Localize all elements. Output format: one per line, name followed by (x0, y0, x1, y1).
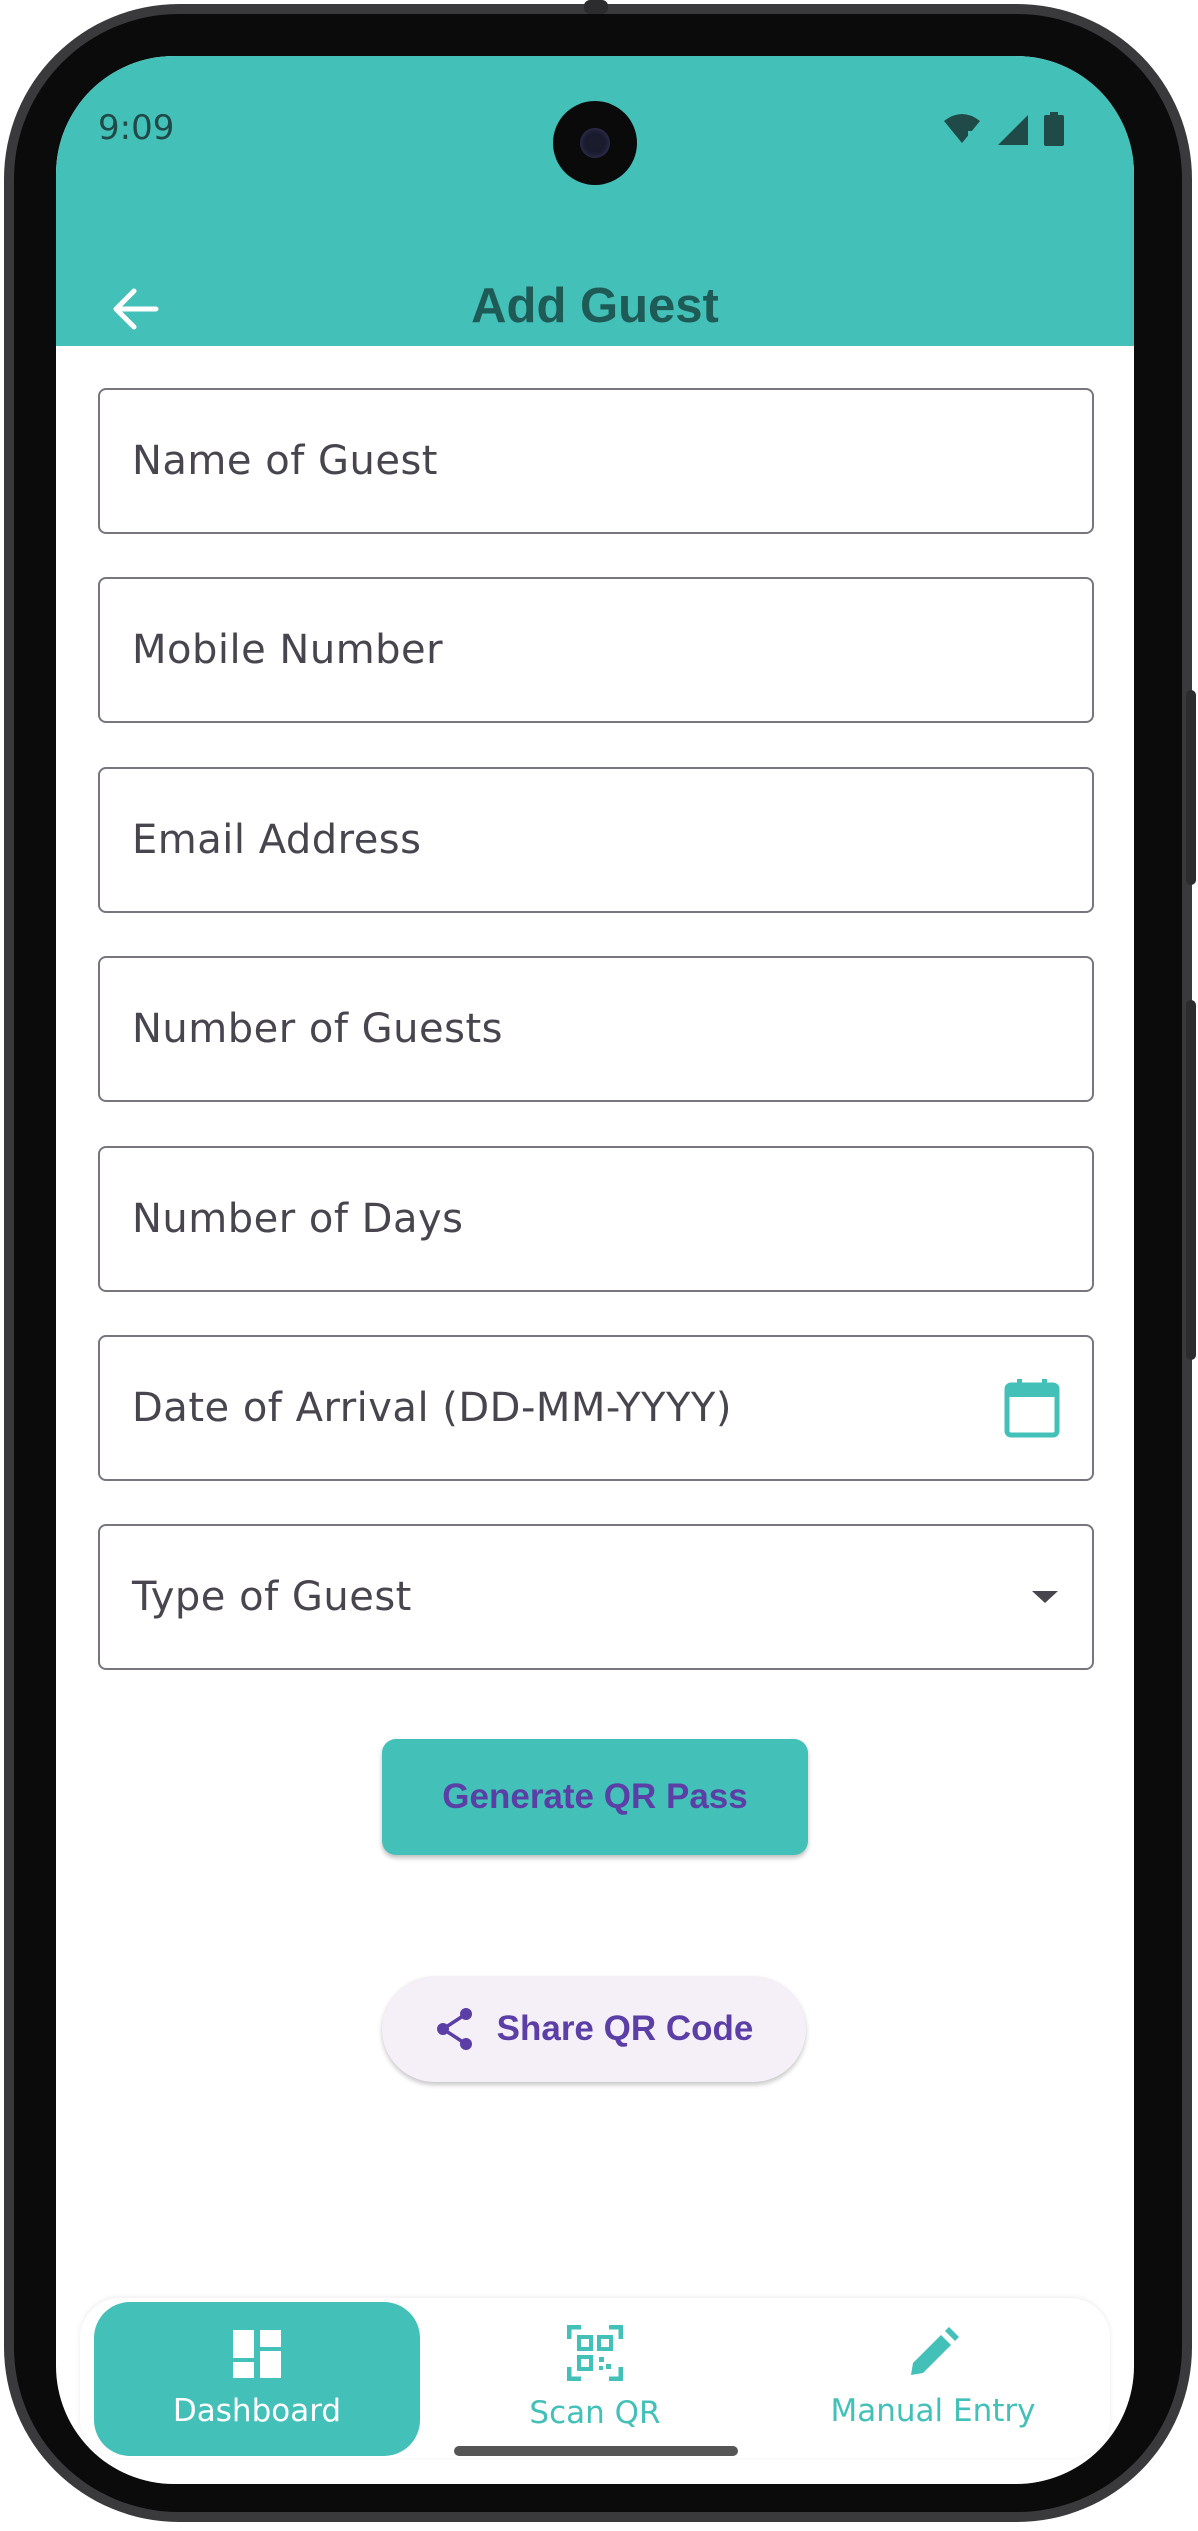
nav-manual-entry-label: Manual Entry (830, 2393, 1036, 2429)
nav-scan-qr-label: Scan QR (529, 2395, 661, 2431)
nav-dashboard-label: Dashboard (172, 2393, 342, 2429)
dashboard-icon (233, 2330, 281, 2378)
page-title: Add Guest (471, 279, 719, 333)
share-icon (436, 2008, 472, 2050)
nav-manual-entry[interactable]: Manual Entry (770, 2298, 1096, 2458)
bottom-navigation: Dashboard Scan QR Manual Entry (80, 2298, 1110, 2458)
app-screen: 9:09 Add Guest Name of Guest Mobile Numb… (56, 56, 1134, 2484)
dropdown-arrow-icon (1032, 1591, 1058, 1603)
share-qr-code-button[interactable]: Share QR Code (382, 1976, 806, 2082)
app-bar: 9:09 Add Guest (56, 56, 1134, 346)
qr-scan-icon (567, 2325, 623, 2381)
top-antenna (584, 0, 608, 14)
calendar-button[interactable] (1004, 1337, 1060, 1479)
status-time: 9:09 (98, 108, 175, 148)
wifi-icon (944, 114, 980, 145)
home-indicator[interactable] (454, 2446, 738, 2456)
pencil-icon (911, 2327, 959, 2375)
guest-name-field[interactable] (98, 388, 1094, 534)
generate-qr-pass-button[interactable]: Generate QR Pass (382, 1739, 808, 1855)
number-of-days-field[interactable] (98, 1146, 1094, 1292)
email-field[interactable] (98, 767, 1094, 913)
battery-icon (1044, 112, 1064, 146)
number-of-days-input[interactable] (100, 1148, 1092, 1290)
status-icons (942, 112, 1064, 146)
nav-scan-qr[interactable]: Scan QR (432, 2298, 758, 2458)
email-input[interactable] (100, 769, 1092, 911)
share-button-label: Share QR Code (496, 2009, 754, 2048)
volume-up-button (1186, 690, 1196, 885)
front-camera (553, 101, 637, 185)
guest-type-dropdown[interactable]: Type of Guest (98, 1524, 1094, 1670)
mobile-number-input[interactable] (100, 579, 1092, 721)
power-button (1186, 1000, 1196, 1360)
arrival-date-field[interactable] (98, 1335, 1094, 1481)
number-of-guests-field[interactable] (98, 956, 1094, 1102)
arrival-date-input[interactable] (100, 1337, 1092, 1479)
cell-signal-icon (998, 115, 1028, 145)
mobile-number-field[interactable] (98, 577, 1094, 723)
guest-name-input[interactable] (100, 390, 1092, 532)
dropdown-trailing (1030, 1526, 1060, 1668)
number-of-guests-input[interactable] (100, 958, 1092, 1100)
nav-dashboard[interactable]: Dashboard (94, 2302, 420, 2456)
guest-type-label: Type of Guest (132, 1574, 412, 1620)
calendar-icon (1004, 1379, 1060, 1438)
device-frame: 9:09 Add Guest Name of Guest Mobile Numb… (0, 0, 1198, 2531)
